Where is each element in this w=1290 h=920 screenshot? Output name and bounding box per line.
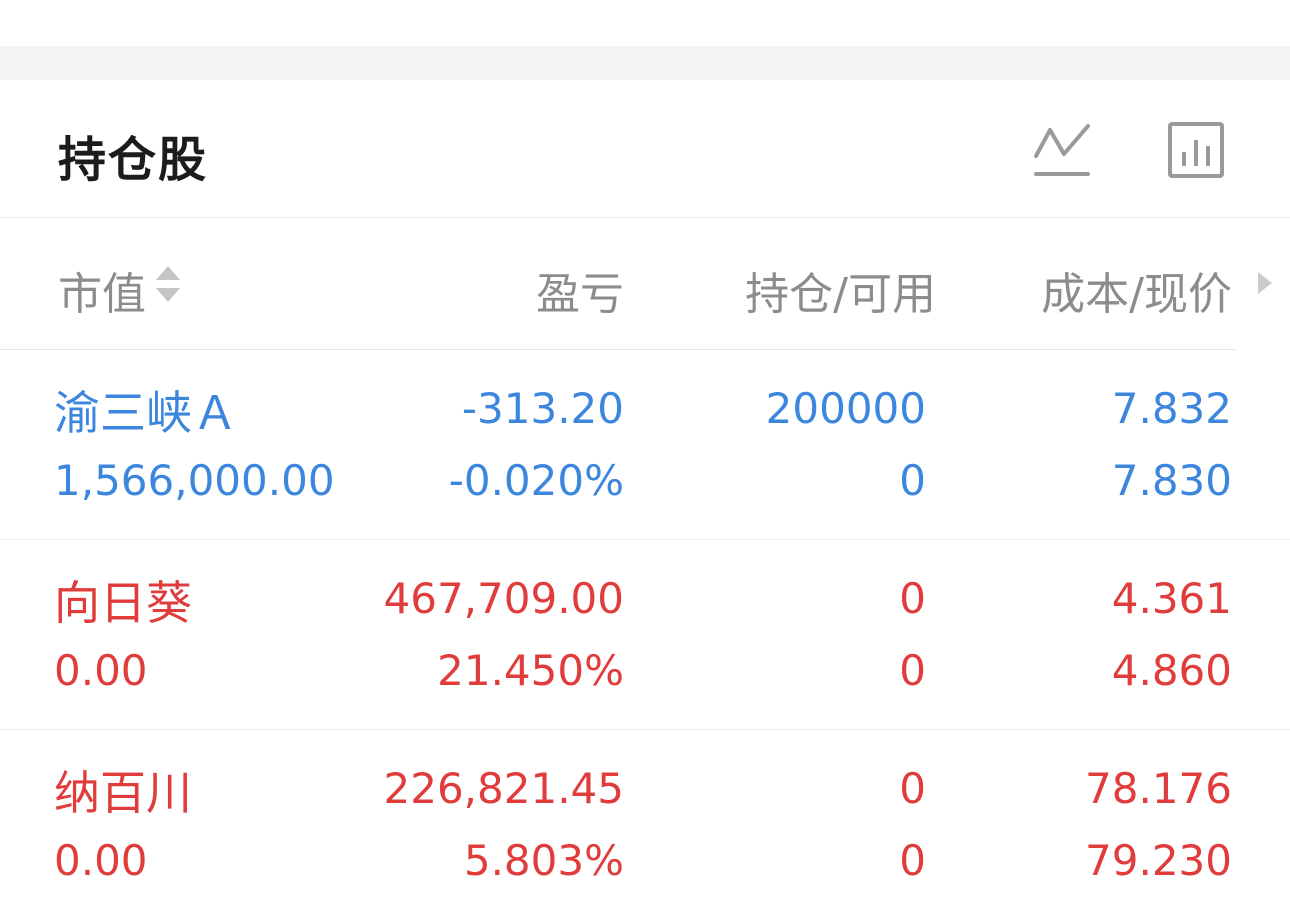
profit-loss-percent: -0.020%	[448, 456, 624, 505]
column-position-available: 持仓/可用	[745, 269, 936, 320]
available-qty: 0	[899, 836, 926, 885]
line-chart-icon[interactable]	[1030, 118, 1094, 182]
sort-icon[interactable]	[154, 262, 182, 306]
stock-name: 向日葵	[54, 576, 192, 630]
profit-loss-amount: 467,709.00	[383, 574, 624, 623]
position-qty: 0	[899, 764, 926, 813]
position-qty: 0	[899, 574, 926, 623]
available-qty: 0	[899, 456, 926, 505]
profit-loss-percent: 21.450%	[437, 646, 624, 695]
section-separator	[0, 46, 1290, 80]
position-qty: 200000	[765, 384, 926, 433]
available-qty: 0	[899, 646, 926, 695]
profit-loss-amount: 226,821.45	[383, 764, 624, 813]
stock-name: 渝三峡Ａ	[54, 386, 238, 440]
column-cost-price: 成本/现价	[1041, 269, 1232, 320]
bar-chart-icon[interactable]	[1164, 118, 1228, 182]
current-price: 7.830	[1111, 456, 1232, 505]
stock-name: 纳百川	[54, 766, 192, 820]
current-price: 79.230	[1085, 836, 1232, 885]
column-market-value[interactable]: 市值	[58, 258, 146, 322]
top-strip	[0, 0, 1290, 46]
holding-row[interactable]: 向日葵 0.00 467,709.00 21.450% 0 0 4.361 4.…	[0, 540, 1290, 730]
market-value: 0.00	[54, 836, 148, 885]
profit-loss-amount: -313.20	[461, 384, 624, 433]
cost-price: 7.832	[1111, 384, 1232, 433]
column-profit-loss: 盈亏	[536, 269, 624, 320]
cost-price: 78.176	[1085, 764, 1232, 813]
column-header-row: 市值 盈亏 持仓/可用 成本/现价	[0, 218, 1290, 350]
profit-loss-percent: 5.803%	[463, 836, 624, 885]
current-price: 4.860	[1111, 646, 1232, 695]
holding-row[interactable]: 纳百川 0.00 226,821.45 5.803% 0 0 78.176 79…	[0, 730, 1290, 920]
holding-row[interactable]: 渝三峡Ａ 1,566,000.00 -313.20 -0.020% 200000…	[0, 350, 1290, 540]
scroll-right-icon[interactable]	[1254, 268, 1274, 298]
market-value: 0.00	[54, 646, 148, 695]
holdings-header: 持仓股	[0, 80, 1290, 218]
section-title: 持仓股	[58, 132, 209, 188]
cost-price: 4.361	[1111, 574, 1232, 623]
market-value: 1,566,000.00	[54, 456, 335, 505]
